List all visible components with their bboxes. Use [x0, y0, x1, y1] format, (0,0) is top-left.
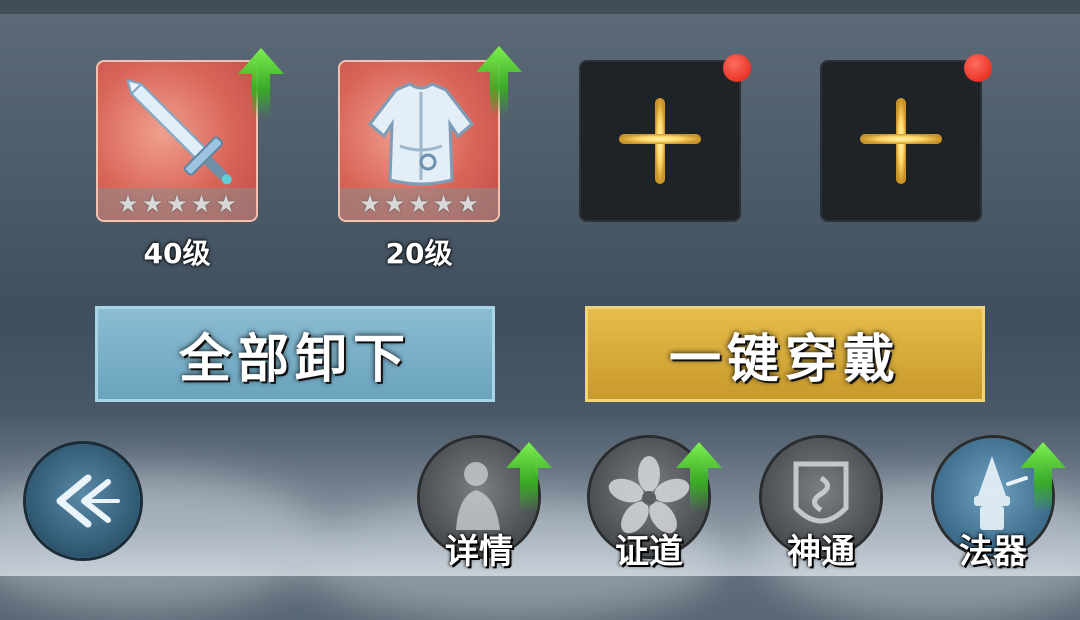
star-rating: ★ ★ ★ ★ ★	[98, 188, 256, 220]
equipment-slot-empty[interactable]	[820, 54, 992, 222]
nav-skills-label: 神通	[787, 532, 855, 572]
equipment-level: 20级	[385, 237, 453, 270]
upgrade-arrow-icon	[1020, 442, 1066, 512]
top-edge	[0, 0, 1080, 14]
unequip-all-button[interactable]: 全部卸下	[95, 306, 495, 402]
star-rating: ★ ★ ★ ★ ★	[340, 188, 498, 220]
equipment-level: 40级	[143, 237, 211, 270]
notification-dot	[964, 54, 992, 82]
equip-all-button[interactable]: 一键穿戴	[585, 306, 985, 402]
notification-dot	[723, 54, 751, 82]
equipment-slot-weapon[interactable]: ★ ★ ★ ★ ★	[96, 48, 284, 222]
upgrade-arrow-icon	[238, 48, 284, 118]
double-chevron-left-icon	[56, 474, 120, 528]
plus-icon	[619, 98, 701, 184]
nav-dao-label: 证道	[615, 532, 683, 572]
equipment-slot-empty[interactable]	[579, 54, 751, 222]
upgrade-arrow-icon	[476, 46, 522, 116]
upgrade-arrow-icon	[506, 442, 552, 512]
nav-artifact-label: 法器	[959, 532, 1027, 572]
back-button[interactable]	[26, 444, 140, 558]
equipment-slot-armor[interactable]: ★ ★ ★ ★ ★	[338, 46, 522, 222]
upgrade-arrow-icon	[676, 442, 722, 512]
nav-details-label: 详情	[445, 532, 513, 572]
plus-icon	[860, 98, 942, 184]
sword-icon	[126, 78, 232, 185]
